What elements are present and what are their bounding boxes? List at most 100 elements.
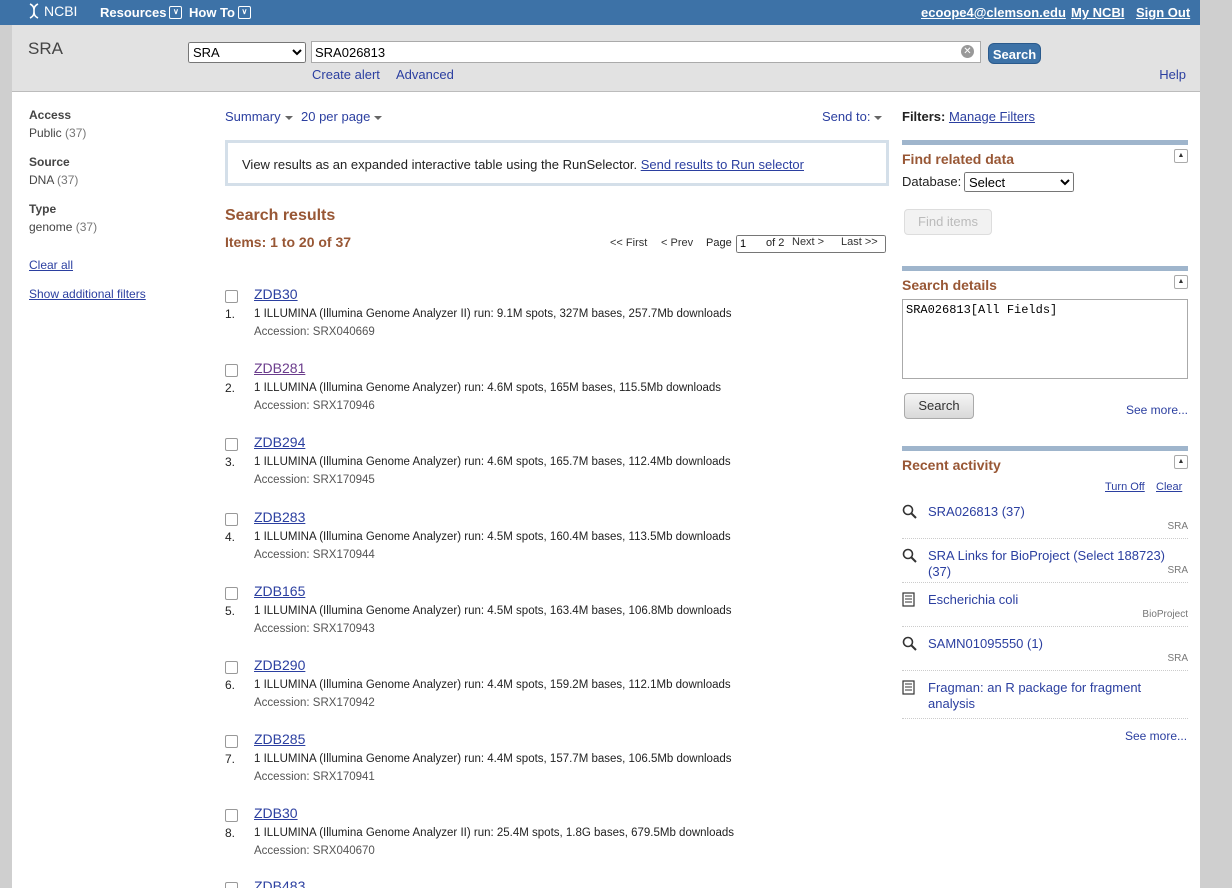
result-title-link[interactable]: ZDB281	[254, 360, 305, 376]
activity-text: Escherichia coli	[928, 592, 1019, 607]
manage-filters-link[interactable]: Manage Filters	[949, 109, 1035, 124]
resources-label: Resources	[100, 5, 167, 20]
database-title: SRA	[28, 39, 63, 58]
result-checkbox[interactable]	[225, 513, 238, 526]
ncbi-logo[interactable]: NCBI	[28, 3, 77, 19]
results-page: Access Public (37) Source DNA (37) Type …	[12, 92, 1200, 888]
show-additional-filters-link[interactable]: Show additional filters	[29, 287, 146, 301]
facet-count: (37)	[65, 126, 87, 140]
pager-last-button[interactable]: Last >>	[841, 236, 878, 248]
activity-item[interactable]: SRA Links for BioProject (Select 188723)…	[902, 548, 1188, 583]
filters-label: Filters:	[902, 109, 946, 124]
details-search-button[interactable]: Search	[904, 393, 974, 419]
result-number: 4.	[225, 530, 236, 544]
clear-all-filters-link[interactable]: Clear all	[29, 258, 73, 272]
find-items-button[interactable]: Find items	[904, 209, 992, 235]
result-title-link[interactable]: ZDB283	[254, 509, 305, 525]
facet-label: genome	[29, 220, 73, 234]
search-details-textarea[interactable]: SRA026813[All Fields]	[902, 299, 1188, 379]
collapse-icon[interactable]: ▲	[1174, 149, 1188, 163]
help-link[interactable]: Help	[1159, 67, 1186, 82]
pager-next-button[interactable]: Next >	[792, 236, 824, 248]
howto-menu[interactable]: How To ∨	[189, 5, 251, 20]
related-database-select[interactable]: Select	[964, 172, 1074, 192]
result-number: 2.	[225, 381, 236, 395]
result-checkbox[interactable]	[225, 735, 238, 748]
send-to-menu[interactable]: Send to:	[822, 109, 883, 124]
activity-db: BioProject	[1142, 609, 1188, 620]
search-icon	[902, 504, 917, 522]
result-number: 7.	[225, 752, 236, 766]
activity-db: SRA	[1167, 653, 1188, 664]
result-title-link[interactable]: ZDB30	[254, 805, 298, 821]
per-page-label: 20 per page	[301, 109, 371, 124]
sign-out-link[interactable]: Sign Out	[1136, 5, 1190, 20]
result-title-link[interactable]: ZDB165	[254, 583, 305, 599]
result-number: 6.	[225, 678, 236, 692]
create-alert-link[interactable]: Create alert	[312, 67, 380, 82]
search-button[interactable]: Search	[988, 43, 1041, 64]
result-title-link[interactable]: ZDB483	[254, 878, 305, 888]
result-row: 3. ZDB294 1 ILLUMINA (Illumina Genome An…	[225, 434, 785, 500]
collapse-icon[interactable]: ▲	[1174, 275, 1188, 289]
top-navigation-bar: NCBI Resources ∨ How To ∨ ecoope4@clemson.…	[0, 0, 1200, 25]
activity-text: Fragman: an R package for fragment analy…	[928, 680, 1142, 711]
user-account-link[interactable]: ecoope4@clemson.edu	[921, 5, 1066, 20]
result-checkbox[interactable]	[225, 438, 238, 451]
pager-prev: < Prev	[661, 237, 694, 249]
pager-page-label: Page	[706, 237, 732, 249]
result-row: 1. ZDB30 1 ILLUMINA (Illumina Genome Ana…	[225, 286, 785, 352]
result-accession: Accession: SRX040669	[254, 326, 375, 338]
result-title-link[interactable]: ZDB290	[254, 657, 305, 673]
result-number: 5.	[225, 604, 236, 618]
pager-first: << First	[610, 237, 648, 249]
result-accession: Accession: SRX040670	[254, 845, 375, 857]
result-accession: Accession: SRX170941	[254, 771, 375, 783]
resources-menu[interactable]: Resources ∨	[100, 5, 183, 20]
result-row: ZDB483	[225, 878, 785, 888]
activity-text: SRA026813 (37)	[928, 504, 1025, 519]
result-checkbox[interactable]	[225, 587, 238, 600]
result-row: 2. ZDB281 1 ILLUMINA (Illumina Genome An…	[225, 360, 785, 426]
per-page-menu[interactable]: 20 per page	[301, 109, 383, 124]
activity-item[interactable]: SRA026813 (37) SRA	[902, 504, 1188, 539]
result-title-link[interactable]: ZDB30	[254, 286, 298, 302]
search-input[interactable]	[311, 41, 981, 63]
see-more-activity-link[interactable]: See more...	[1125, 729, 1187, 743]
facet-access-public[interactable]: Public (37)	[29, 126, 86, 140]
result-description: 1 ILLUMINA (Illumina Genome Analyzer) ru…	[254, 753, 732, 765]
result-checkbox[interactable]	[225, 290, 238, 303]
result-description: 1 ILLUMINA (Illumina Genome Analyzer) ru…	[254, 531, 731, 543]
clear-search-icon[interactable]: ✕	[961, 45, 974, 58]
result-number: 8.	[225, 826, 236, 840]
activity-item[interactable]: Fragman: an R package for fragment analy…	[902, 680, 1188, 719]
result-row: 4. ZDB283 1 ILLUMINA (Illumina Genome An…	[225, 509, 785, 575]
result-title-link[interactable]: ZDB294	[254, 434, 305, 450]
clear-activity-link[interactable]: Clear	[1156, 481, 1182, 493]
activity-item[interactable]: Escherichia coli BioProject	[902, 592, 1188, 627]
helix-icon	[29, 3, 39, 19]
result-accession: Accession: SRX170942	[254, 697, 375, 709]
result-checkbox[interactable]	[225, 364, 238, 377]
find-related-heading: Find related data	[902, 151, 1015, 167]
facet-type-genome[interactable]: genome (37)	[29, 220, 97, 234]
result-checkbox[interactable]	[225, 661, 238, 674]
result-checkbox[interactable]	[225, 882, 238, 888]
turn-off-link[interactable]: Turn Off	[1105, 481, 1145, 493]
summary-format-menu[interactable]: Summary	[225, 109, 293, 124]
advanced-search-link[interactable]: Advanced	[396, 67, 454, 82]
activity-item[interactable]: SAMN01095550 (1) SRA	[902, 636, 1188, 671]
collapse-icon[interactable]: ▲	[1174, 455, 1188, 469]
facet-count: (37)	[57, 173, 79, 187]
see-more-link[interactable]: See more...	[1126, 403, 1188, 417]
caret-down-icon	[874, 115, 883, 120]
result-checkbox[interactable]	[225, 809, 238, 822]
send-to-run-selector-link[interactable]: Send results to Run selector	[641, 157, 804, 172]
recent-activity-heading: Recent activity	[902, 457, 1001, 473]
my-ncbi-link[interactable]: My NCBI	[1071, 5, 1124, 20]
facet-source-dna[interactable]: DNA (37)	[29, 173, 78, 187]
activity-text: SAMN01095550 (1)	[928, 636, 1043, 651]
result-title-link[interactable]: ZDB285	[254, 731, 305, 747]
database-select[interactable]: SRA	[188, 42, 306, 63]
caret-down-icon	[284, 115, 293, 120]
